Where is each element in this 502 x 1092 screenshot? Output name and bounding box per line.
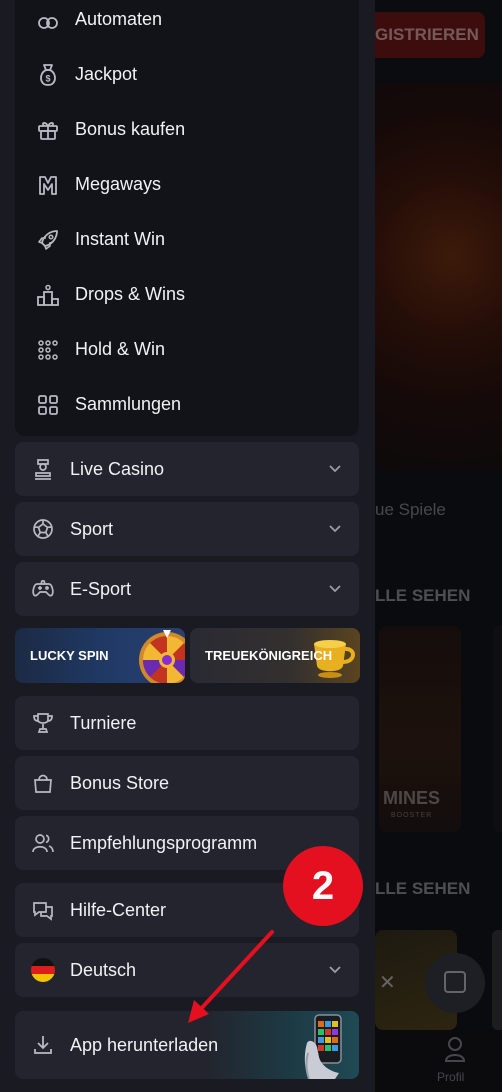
step-number-badge: 2 [283,846,363,926]
submenu-item-bonus-kaufen[interactable]: Bonus kaufen [15,102,359,157]
german-flag-icon [15,958,70,982]
fortune-wheel-icon [139,630,185,683]
shopping-bag-icon [15,772,70,794]
submenu-item-label: Instant Win [75,229,166,249]
submenu-item-label: Sammlungen [75,394,182,414]
submenu-item-sammlungen[interactable]: Sammlungen [15,377,359,432]
download-icon [15,1034,70,1056]
submenu-item-instant-win[interactable]: Instant Win [15,212,359,267]
submenu-item-automaten[interactable]: Automaten [15,0,359,47]
lucky-spin-card[interactable]: LUCKY SPIN [15,628,185,683]
submenu-item-label: Jackpot [75,64,138,84]
menu-item-esport[interactable]: E-Sport [15,562,359,616]
collection-grid-icon [15,394,75,416]
slot-machine-icon [15,9,75,31]
chevron-down-icon[interactable] [311,585,359,593]
language-label: Deutsch [70,959,137,980]
menu-item-label: Sport [70,518,114,539]
grid-dots-icon [15,339,75,361]
menu-item-label: Bonus Store [70,772,170,793]
chevron-down-icon[interactable] [311,966,359,974]
submenu-item-label: Bonus kaufen [75,119,186,139]
money-bag-icon: $ [15,63,75,87]
dealer-icon [15,458,70,480]
submenu-item-label: Megaways [75,174,162,194]
casino-submenu: Automaten $ Jackpot Bonus kaufen Megaway… [15,0,359,436]
podium-icon [15,284,75,306]
svg-text:$: $ [45,73,50,83]
phone-in-hand-icon [304,1014,342,1079]
app-download-label: App herunterladen [70,1034,219,1055]
chat-bubbles-icon [15,899,70,921]
soccer-ball-icon [15,518,70,540]
menu-item-label: Turniere [70,712,137,733]
lucky-spin-label: LUCKY SPIN [30,648,109,663]
submenu-item-label: Automaten [75,9,163,29]
megaways-icon [15,174,75,196]
trophy-icon [15,712,70,734]
side-drawer: Automaten $ Jackpot Bonus kaufen Megaway… [0,0,375,1092]
chevron-down-icon[interactable] [311,465,359,473]
menu-item-turniere[interactable]: Turniere [15,696,359,750]
chevron-down-icon[interactable] [311,525,359,533]
submenu-item-drops-wins[interactable]: Drops & Wins [15,267,359,322]
menu-item-sport[interactable]: Sport [15,502,359,556]
menu-item-label: Live Casino [70,458,165,479]
menu-item-live-casino[interactable]: Live Casino [15,442,359,496]
users-icon [15,832,70,854]
treuekoenigreich-card[interactable]: TREUEKÖNIGREICH [190,628,360,683]
treuekoenigreich-label: TREUEKÖNIGREICH [205,648,333,663]
language-selector[interactable]: Deutsch [15,943,359,997]
submenu-item-label: Hold & Win [75,339,166,359]
gift-icon [15,119,75,141]
submenu-item-megaways[interactable]: Megaways [15,157,359,212]
menu-item-bonus-store[interactable]: Bonus Store [15,756,359,810]
gamepad-icon [15,578,70,600]
submenu-item-jackpot[interactable]: $ Jackpot [15,47,359,102]
rocket-icon [15,229,75,251]
overlay-dim[interactable] [375,0,502,1092]
app-download-button[interactable]: App herunterladen [15,1011,359,1079]
submenu-item-label: Drops & Wins [75,284,186,304]
menu-item-label: E-Sport [70,578,132,599]
submenu-item-hold-win[interactable]: Hold & Win [15,322,359,377]
